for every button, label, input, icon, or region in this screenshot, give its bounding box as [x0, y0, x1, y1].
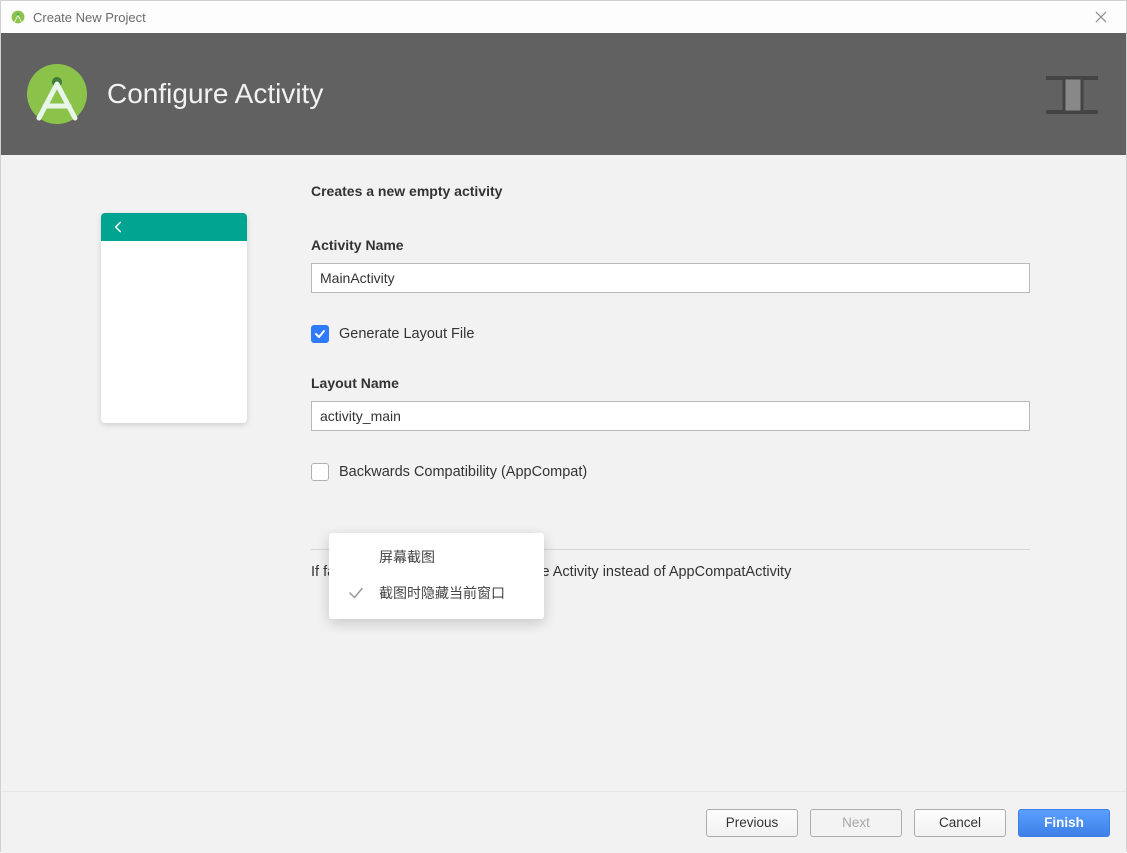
preview-column	[1, 183, 311, 791]
android-studio-icon	[11, 10, 25, 24]
generate-layout-checkbox[interactable]	[311, 325, 329, 343]
backcompat-label: Backwards Compatibility (AppCompat)	[339, 464, 587, 480]
popup-item-label: 截图时隐藏当前窗口	[379, 583, 505, 603]
layout-name-input[interactable]	[311, 401, 1030, 431]
generate-layout-label: Generate Layout File	[339, 326, 474, 342]
activity-name-label: Activity Name	[311, 237, 1030, 253]
activity-name-input[interactable]	[311, 263, 1030, 293]
backcompat-checkbox[interactable]	[311, 463, 329, 481]
wizard-header: Configure Activity	[1, 33, 1126, 155]
titlebar: Create New Project	[1, 1, 1126, 33]
finish-button[interactable]: Finish	[1018, 809, 1110, 837]
window-title: Create New Project	[33, 10, 146, 25]
close-button[interactable]	[1086, 2, 1116, 32]
layout-name-label: Layout Name	[311, 375, 1030, 391]
popup-title: 屏幕截图	[329, 547, 544, 577]
android-studio-logo	[25, 62, 89, 126]
screenshot-popup: 屏幕截图 截图时隐藏当前窗口	[329, 533, 544, 619]
cancel-button[interactable]: Cancel	[914, 809, 1006, 837]
activity-preview	[101, 213, 247, 423]
page-title: Configure Activity	[107, 78, 323, 110]
section-description: Creates a new empty activity	[311, 183, 1030, 199]
form-column: Creates a new empty activity Activity Na…	[311, 183, 1126, 791]
wizard-footer: Previous Next Cancel Finish	[1, 791, 1126, 853]
wizard-content: Creates a new empty activity Activity Na…	[1, 155, 1126, 791]
back-arrow-icon	[111, 219, 127, 235]
preview-appbar	[101, 213, 247, 241]
previous-button[interactable]: Previous	[706, 809, 798, 837]
check-icon	[347, 584, 365, 602]
popup-hide-window-option[interactable]: 截图时隐藏当前窗口	[329, 577, 544, 609]
next-button[interactable]: Next	[810, 809, 902, 837]
phone-icon	[1042, 64, 1102, 124]
